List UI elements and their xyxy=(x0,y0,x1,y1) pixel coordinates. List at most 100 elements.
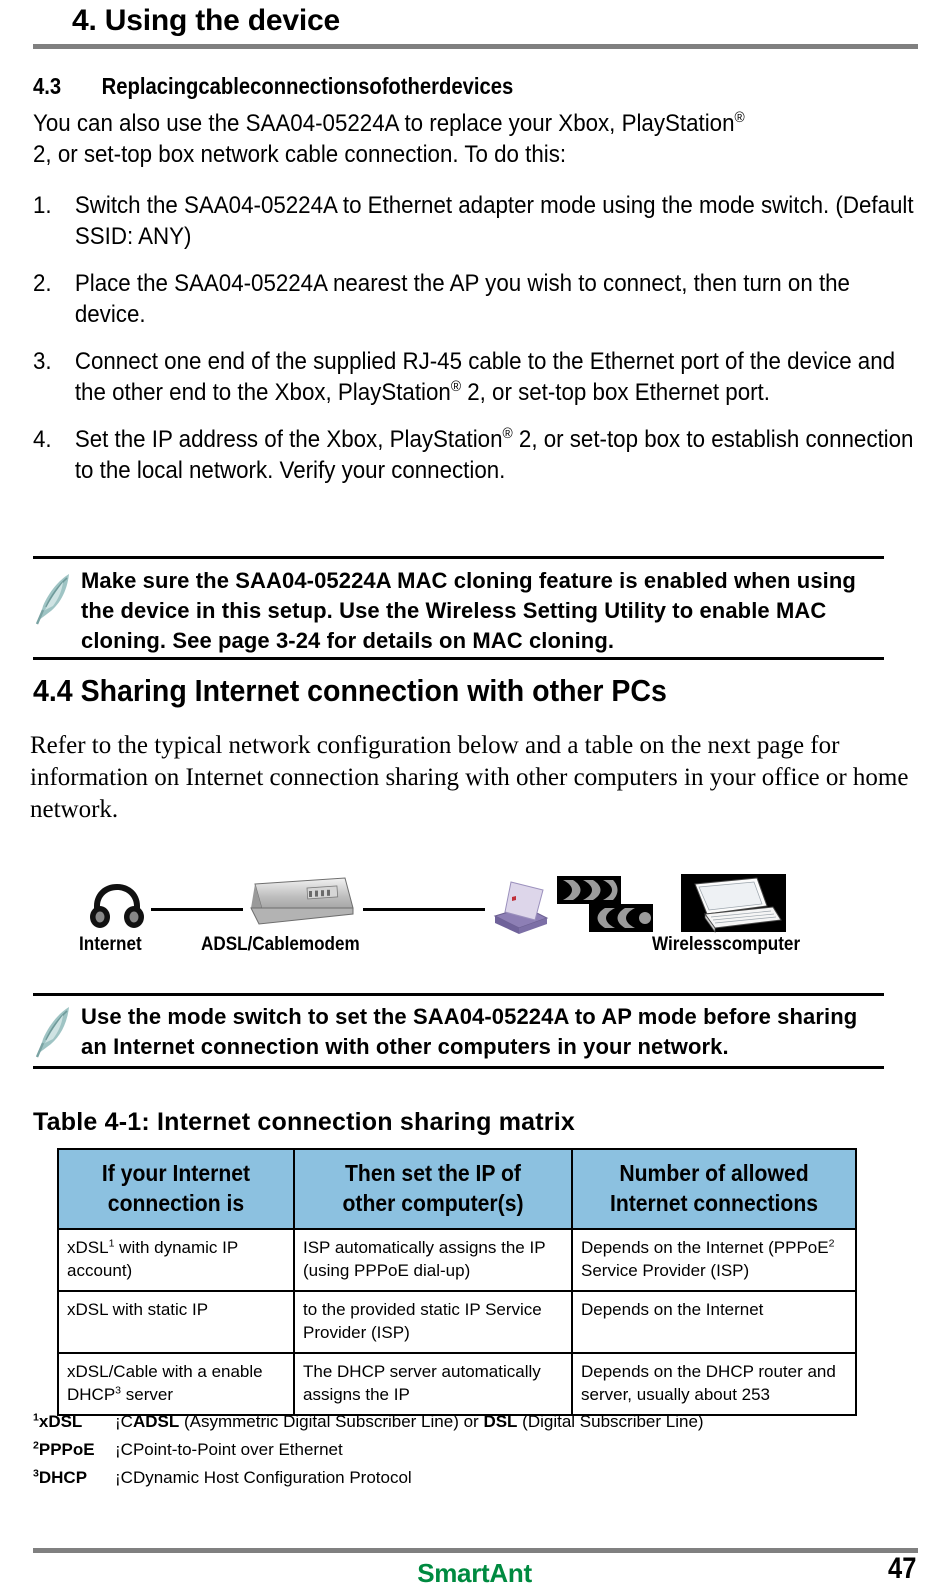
section-4-4-heading: 4.4 Sharing Internet connection with oth… xyxy=(33,673,667,708)
table-header-line: Then set the IP of xyxy=(345,1160,521,1186)
laptop-icon xyxy=(681,874,786,939)
registered-mark-icon: ® xyxy=(502,426,513,442)
footnote-item: 1xDSL ¡CADSL (Asymmetric Digital Subscrib… xyxy=(33,1408,913,1436)
table-cell-action: ISP automatically assigns the IP (using … xyxy=(293,1228,573,1292)
list-item-text-a: Set the IP address of the Xbox, PlayStat… xyxy=(74,426,503,453)
wireless-signal-waves-icon xyxy=(557,874,692,936)
registered-mark-icon: ® xyxy=(734,110,745,126)
list-item: 2. Place the SAA04-05224A nearest the AP… xyxy=(33,268,917,330)
table-cell-condition: xDSL1 with dynamic IP account) xyxy=(57,1228,295,1292)
list-item: 1. Switch the SAA04-05224A to Ethernet a… xyxy=(33,190,917,252)
footnote-term: 3DHCP xyxy=(33,1464,115,1492)
footnote-text-1: (Asymmetric Digital Subscriber Line) or xyxy=(179,1412,484,1431)
footnote-term: 2PPPoE xyxy=(33,1436,115,1464)
cell-text-a: Depends on the Internet (PPPoE xyxy=(581,1238,829,1257)
note-top-rule xyxy=(33,993,884,996)
footer-divider xyxy=(33,1548,918,1553)
table-cell-action: to the provided static IP Service Provid… xyxy=(293,1290,573,1354)
section-4-3-heading: 4.3 Replacingcableconnectionsofotherdevic… xyxy=(33,72,807,100)
footnote-strong-1: ADSL xyxy=(132,1412,180,1431)
list-item-text: Set the IP address of the Xbox, PlayStat… xyxy=(75,424,917,486)
cell-text-b: Service Provider (ISP) xyxy=(581,1261,750,1280)
footnote-term-text: DHCP xyxy=(38,1468,88,1487)
table-header-cell-condition: If your Internet connection is xyxy=(57,1148,295,1230)
page-number: 47 xyxy=(887,1552,916,1585)
table-cell-condition: xDSL with static IP xyxy=(57,1290,295,1354)
cell-text-b: server xyxy=(121,1385,173,1404)
list-item-text: Place the SAA04-05224A nearest the AP yo… xyxy=(74,270,850,328)
footnote-separator: ¡C xyxy=(115,1440,133,1459)
footnote-term: 1xDSL xyxy=(33,1408,115,1436)
network-diagram: Internet ADSL/Cablemodem Wirelesscompute… xyxy=(33,856,918,966)
diagram-label-wireless-computer: Wirelesscomputer xyxy=(652,934,801,955)
table-header-line: Number of allowed xyxy=(619,1160,809,1186)
table-header-cell-connections: Number of allowed Internet connections xyxy=(571,1148,857,1230)
list-item: 4. Set the IP address of the Xbox, PlayS… xyxy=(33,424,917,486)
list-item-text-b: 2, or set-top box Ethernet port. xyxy=(461,379,770,406)
footnote-strong-2: DSL xyxy=(483,1412,518,1431)
note-bottom-rule xyxy=(33,1066,884,1069)
list-item-marker: 3. xyxy=(33,348,52,375)
header-divider xyxy=(33,44,918,49)
table-row: xDSL1 with dynamic IP account) ISP autom… xyxy=(57,1228,857,1292)
footnotes-list: 1xDSL ¡CADSL (Asymmetric Digital Subscrib… xyxy=(33,1408,913,1492)
internet-sharing-matrix-table: If your Internet connection is Then set … xyxy=(57,1148,857,1416)
footnote-item: 2PPPoE ¡CPoint-to-Point over Ethernet xyxy=(33,1436,913,1464)
list-item-text: Connect one end of the supplied RJ-45 ca… xyxy=(75,346,917,408)
adsl-cable-modem-icon xyxy=(241,874,361,936)
list-item-marker: 2. xyxy=(33,270,52,297)
chapter-title: 4. Using the device xyxy=(72,4,340,37)
table-caption: Table 4-1: Internet connection sharing m… xyxy=(33,1108,575,1136)
cell-text-a: xDSL xyxy=(67,1238,109,1257)
table-header-line: connection is xyxy=(107,1190,245,1216)
footnote-term-text: xDSL xyxy=(38,1412,83,1431)
table-cell-connections: Depends on the DHCP router and server, u… xyxy=(571,1352,857,1416)
document-page: 4. Using the device 4.3 Replacingcablecon… xyxy=(0,0,949,1593)
wireless-access-point-icon xyxy=(485,876,555,938)
table-cell-connections: Depends on the Internet (PPPoE2 Service … xyxy=(571,1228,857,1292)
table-row: xDSL with static IP to the provided stat… xyxy=(57,1290,857,1354)
cell-text-a: Depends on the DHCP router and server, u… xyxy=(581,1362,836,1404)
footnote-text-1: Point-to-Point over Ethernet xyxy=(132,1440,343,1459)
cell-text-a: xDSL with static IP xyxy=(67,1300,209,1319)
diagram-connector-line xyxy=(151,908,243,911)
footnote-term-text: PPPoE xyxy=(38,1440,95,1459)
diagram-label-modem: ADSL/Cablemodem xyxy=(201,934,360,955)
registered-mark-icon: ® xyxy=(450,379,462,395)
list-item-marker: 4. xyxy=(33,426,52,453)
footnote-separator: ¡C xyxy=(115,1468,133,1487)
table-cell-action: The DHCP server automatically assigns th… xyxy=(293,1352,573,1416)
section-4-3-intro: You can also use the SAA04-05224A to rep… xyxy=(33,108,926,170)
table-header-line: If your Internet xyxy=(101,1160,251,1186)
internet-globe-icon xyxy=(88,880,146,930)
footnote-text-2: (Digital Subscriber Line) xyxy=(517,1412,704,1431)
note-top-rule xyxy=(33,556,884,559)
section-4-3-title: Replacingcableconnectionsofotherdevices xyxy=(101,73,514,99)
footer-brand: SmartAnt xyxy=(417,1558,532,1588)
note-bottom-rule xyxy=(33,657,884,660)
note-text: Use the mode switch to set the SAA04-052… xyxy=(81,1004,858,1059)
table-header-line: other computer(s) xyxy=(342,1190,524,1216)
quill-pen-icon xyxy=(33,570,77,626)
table-header-cell-action: Then set the IP of other computer(s) xyxy=(293,1148,573,1230)
table-header-line: Internet connections xyxy=(609,1190,819,1216)
table-header-row: If your Internet connection is Then set … xyxy=(57,1148,857,1230)
quill-pen-icon xyxy=(33,1003,77,1059)
footnote-ref-icon: 2 xyxy=(828,1237,835,1250)
list-item-marker: 1. xyxy=(33,192,52,219)
section-4-4-paragraph: Refer to the typical network configurati… xyxy=(30,732,909,823)
steps-list: 1. Switch the SAA04-05224A to Ethernet a… xyxy=(33,190,917,502)
table-row: xDSL/Cable with a enable DHCP3 server Th… xyxy=(57,1352,857,1416)
cell-text-a: Depends on the Internet xyxy=(581,1300,764,1319)
table-cell-condition: xDSL/Cable with a enable DHCP3 server xyxy=(57,1352,295,1416)
list-item: 3. Connect one end of the supplied RJ-45… xyxy=(33,346,917,408)
diagram-connector-line xyxy=(363,908,485,911)
footnote-text-1: Dynamic Host Configuration Protocol xyxy=(132,1468,412,1487)
intro-text-part1: You can also use the SAA04-05224A to rep… xyxy=(33,110,735,137)
list-item-text: Switch the SAA04-05224A to Ethernet adap… xyxy=(74,192,914,250)
note-text: Make sure the SAA04-05224A MAC cloning f… xyxy=(81,568,856,653)
section-4-3-number: 4.3 xyxy=(33,73,62,99)
diagram-label-internet: Internet xyxy=(79,934,142,955)
table-cell-connections: Depends on the Internet xyxy=(571,1290,857,1354)
footnote-item: 3DHCP ¡CDynamic Host Configuration Protoc… xyxy=(33,1464,913,1492)
